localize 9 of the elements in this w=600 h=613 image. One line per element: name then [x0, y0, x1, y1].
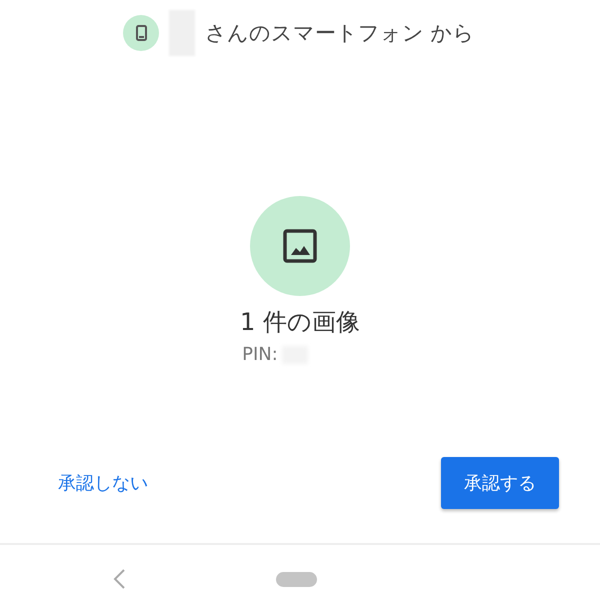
transfer-title: 1 件の画像 [240, 307, 360, 338]
decline-button[interactable]: 承認しない [58, 471, 148, 495]
accept-button[interactable]: 承認する [441, 457, 559, 509]
phone-icon [136, 25, 146, 41]
image-icon [283, 229, 317, 263]
back-icon[interactable] [112, 568, 126, 590]
sender-text: さんのスマートフォン から [205, 20, 475, 47]
home-pill[interactable] [276, 572, 317, 586]
pin-label: PIN: [242, 344, 278, 365]
